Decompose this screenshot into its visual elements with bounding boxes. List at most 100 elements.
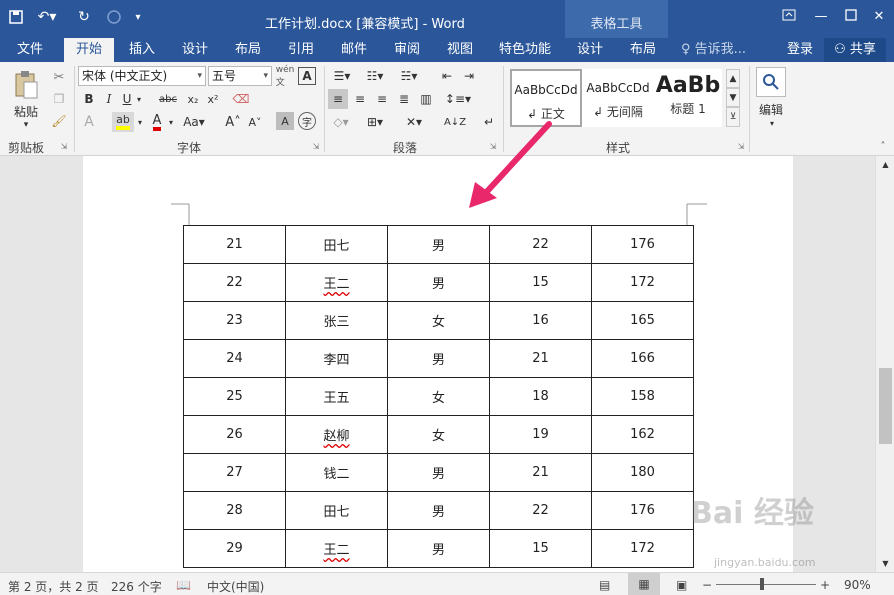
cut-icon[interactable]: ✂ bbox=[50, 68, 68, 86]
table-cell[interactable]: 男 bbox=[387, 453, 490, 492]
table-cell[interactable]: 165 bbox=[591, 301, 694, 340]
zoom-out-icon[interactable]: − bbox=[702, 578, 712, 592]
table-cell[interactable]: 176 bbox=[591, 225, 694, 264]
highlight-dropdown-icon[interactable]: ▾ bbox=[135, 114, 145, 130]
format-painter-icon[interactable]: 🖌 bbox=[50, 112, 68, 130]
align-center-icon[interactable]: ≡ bbox=[350, 89, 370, 109]
character-shading-icon[interactable]: A bbox=[276, 112, 294, 130]
change-case-icon[interactable]: Aa▾ bbox=[180, 112, 208, 132]
styles-more-icon[interactable]: ⊻ bbox=[726, 107, 740, 127]
align-left-icon[interactable]: ≡ bbox=[328, 89, 348, 109]
shading-icon[interactable]: ◇▾ bbox=[328, 112, 354, 132]
table-cell[interactable]: 田七 bbox=[285, 491, 388, 530]
zoom-level[interactable]: 90% bbox=[844, 578, 871, 592]
minimize-icon[interactable]: — bbox=[813, 9, 829, 25]
justify-icon[interactable]: ≣ bbox=[394, 89, 414, 109]
table-cell[interactable]: 25 bbox=[183, 377, 286, 416]
table-cell[interactable]: 176 bbox=[591, 491, 694, 530]
clipboard-launcher-icon[interactable]: ⇲ bbox=[59, 140, 69, 152]
print-layout-icon[interactable]: ▦ bbox=[628, 573, 660, 595]
underline-dropdown-icon[interactable]: ▾ bbox=[134, 90, 144, 108]
copy-icon[interactable]: ❐ bbox=[50, 90, 68, 108]
sign-in-link[interactable]: 登录 bbox=[782, 38, 818, 62]
table-cell[interactable]: 张三 bbox=[285, 301, 388, 340]
table-cell[interactable]: 王二 bbox=[285, 263, 388, 302]
underline-icon[interactable]: U bbox=[120, 90, 134, 108]
tab-review[interactable]: 审阅 bbox=[385, 38, 429, 62]
table-cell[interactable]: 166 bbox=[591, 339, 694, 378]
table-cell[interactable]: 23 bbox=[183, 301, 286, 340]
tell-me-box[interactable]: ♀ 告诉我... bbox=[681, 38, 761, 62]
word-count[interactable]: 226 个字 bbox=[111, 578, 162, 595]
table-cell[interactable]: 李四 bbox=[285, 339, 388, 378]
tab-layout[interactable]: 布局 bbox=[226, 38, 270, 62]
paste-button[interactable]: 粘贴 bbox=[8, 102, 44, 120]
table-cell[interactable]: 29 bbox=[183, 529, 286, 568]
search-icon[interactable] bbox=[756, 67, 786, 97]
font-name-combo[interactable]: 宋体 (中文正文) ▾ bbox=[78, 66, 206, 86]
maximize-icon[interactable] bbox=[843, 9, 859, 25]
zoom-in-icon[interactable]: + bbox=[820, 578, 830, 592]
table-cell[interactable]: 男 bbox=[387, 491, 490, 530]
superscript-icon[interactable]: x² bbox=[204, 90, 222, 108]
tab-table-layout[interactable]: 布局 bbox=[621, 38, 665, 62]
chinese-layout-icon[interactable]: ✕▾ bbox=[400, 112, 428, 132]
web-layout-icon[interactable]: ▣ bbox=[676, 578, 687, 592]
paste-dropdown-icon[interactable]: ▾ bbox=[18, 120, 34, 130]
increase-indent-icon[interactable]: ⇥ bbox=[460, 66, 478, 86]
bullets-icon[interactable]: ☰▾ bbox=[330, 66, 354, 86]
strikethrough-icon[interactable]: abc bbox=[157, 90, 179, 108]
table-cell[interactable]: 王五 bbox=[285, 377, 388, 416]
numbering-icon[interactable]: ☷▾ bbox=[362, 66, 388, 86]
style-normal[interactable]: AaBbCcDd ↲ 正文 bbox=[510, 69, 582, 127]
table-cell[interactable]: 16 bbox=[489, 301, 592, 340]
tab-references[interactable]: 引用 bbox=[279, 38, 323, 62]
table-cell[interactable]: 172 bbox=[591, 529, 694, 568]
table-cell[interactable]: 15 bbox=[489, 263, 592, 302]
table-cell[interactable]: 172 bbox=[591, 263, 694, 302]
table-cell[interactable]: 男 bbox=[387, 263, 490, 302]
text-effects-icon[interactable]: A bbox=[80, 112, 98, 132]
tab-insert[interactable]: 插入 bbox=[120, 38, 164, 62]
font-color-icon[interactable]: A bbox=[148, 112, 166, 132]
style-heading-1[interactable]: AaBb 标题 1 bbox=[654, 69, 722, 127]
table-cell[interactable]: 男 bbox=[387, 339, 490, 378]
decrease-indent-icon[interactable]: ⇤ bbox=[438, 66, 456, 86]
vertical-scrollbar[interactable]: ▲ ▼ bbox=[875, 156, 894, 572]
table-cell[interactable]: 女 bbox=[387, 377, 490, 416]
table-cell[interactable]: 162 bbox=[591, 415, 694, 454]
enclose-characters-icon[interactable]: 字 bbox=[298, 112, 316, 130]
clipboard-icon[interactable] bbox=[10, 68, 42, 102]
table-cell[interactable]: 18 bbox=[489, 377, 592, 416]
tab-special-features[interactable]: 特色功能 bbox=[493, 38, 557, 62]
share-button[interactable]: ⚇ 共享 bbox=[824, 38, 886, 62]
table-cell[interactable]: 15 bbox=[489, 529, 592, 568]
character-border-icon[interactable]: A bbox=[298, 67, 316, 85]
table-cell[interactable]: 22 bbox=[489, 225, 592, 264]
multilevel-list-icon[interactable]: ☵▾ bbox=[396, 66, 422, 86]
page-count[interactable]: 第 2 页，共 2 页 bbox=[8, 578, 99, 595]
phonetic-guide-icon[interactable]: wén 文 bbox=[276, 65, 295, 88]
tab-design[interactable]: 设计 bbox=[173, 38, 217, 62]
table-cell[interactable]: 田七 bbox=[285, 225, 388, 264]
bold-icon[interactable]: B bbox=[82, 90, 96, 108]
table-cell[interactable]: 王二 bbox=[285, 529, 388, 568]
tab-view[interactable]: 视图 bbox=[438, 38, 482, 62]
line-spacing-icon[interactable]: ↕≡▾ bbox=[444, 89, 472, 109]
table-cell[interactable]: 28 bbox=[183, 491, 286, 530]
font-color-dropdown-icon[interactable]: ▾ bbox=[166, 114, 176, 130]
collapse-ribbon-icon[interactable]: ˄ bbox=[876, 140, 890, 152]
table-cell[interactable]: 男 bbox=[387, 225, 490, 264]
table-cell[interactable]: 26 bbox=[183, 415, 286, 454]
table-cell[interactable]: 22 bbox=[183, 263, 286, 302]
font-launcher-icon[interactable]: ⇲ bbox=[311, 140, 321, 152]
table-cell[interactable]: 180 bbox=[591, 453, 694, 492]
styles-launcher-icon[interactable]: ⇲ bbox=[736, 140, 746, 152]
distributed-icon[interactable]: ▥ bbox=[416, 89, 436, 109]
table-cell[interactable]: 女 bbox=[387, 415, 490, 454]
zoom-slider[interactable] bbox=[716, 584, 816, 585]
editing-dropdown-icon[interactable]: ▾ bbox=[766, 118, 778, 128]
italic-icon[interactable]: I bbox=[102, 90, 116, 108]
font-size-combo[interactable]: 五号 ▾ bbox=[208, 66, 272, 86]
table-cell[interactable]: 21 bbox=[489, 453, 592, 492]
